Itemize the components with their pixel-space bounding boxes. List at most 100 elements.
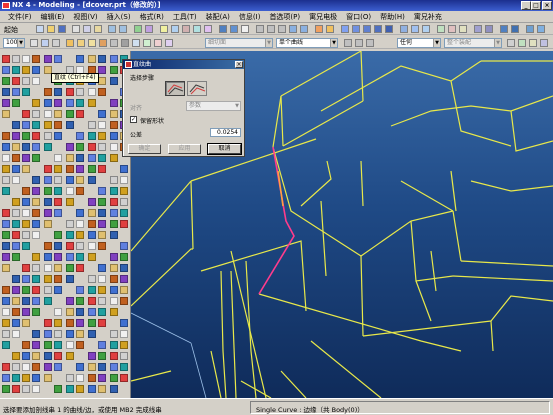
tool-icon[interactable] bbox=[2, 132, 10, 140]
tool-icon[interactable] bbox=[22, 77, 30, 85]
tool-icon[interactable] bbox=[88, 330, 96, 338]
tool-icon[interactable] bbox=[110, 198, 118, 206]
tool-icon[interactable] bbox=[44, 341, 52, 349]
tool-icon[interactable] bbox=[12, 165, 20, 173]
refresh-icon[interactable] bbox=[134, 25, 142, 33]
tool-icon[interactable] bbox=[66, 242, 74, 250]
tool-icon[interactable] bbox=[12, 330, 20, 338]
tool-icon[interactable] bbox=[88, 308, 96, 316]
maximize-button[interactable]: □ bbox=[531, 1, 541, 10]
tool-icon[interactable] bbox=[66, 374, 74, 382]
tool-icon[interactable] bbox=[22, 374, 30, 382]
selection-lock-icon[interactable] bbox=[529, 39, 537, 47]
tool-icon[interactable] bbox=[76, 154, 84, 162]
tool-icon[interactable] bbox=[120, 220, 128, 228]
tool-icon[interactable] bbox=[66, 165, 74, 173]
tool-icon[interactable] bbox=[76, 286, 84, 294]
tool-icon[interactable] bbox=[32, 385, 40, 393]
open-file-icon[interactable] bbox=[47, 25, 55, 33]
tool-icon[interactable] bbox=[88, 297, 96, 305]
scope-combo[interactable]: 任何 ▼ bbox=[397, 38, 441, 48]
tool-icon[interactable] bbox=[22, 231, 30, 239]
tool-icon[interactable] bbox=[32, 187, 40, 195]
tool-icon[interactable] bbox=[32, 77, 40, 85]
tool-icon[interactable] bbox=[54, 341, 62, 349]
view-iso-icon[interactable] bbox=[289, 25, 297, 33]
tool-icon[interactable] bbox=[32, 286, 40, 294]
tool-icon[interactable] bbox=[22, 198, 30, 206]
snap-intersect-icon[interactable] bbox=[99, 39, 107, 47]
redo-icon[interactable] bbox=[119, 25, 127, 33]
tool-icon[interactable] bbox=[66, 220, 74, 228]
tool-icon[interactable] bbox=[120, 297, 128, 305]
tool-icon[interactable] bbox=[66, 121, 74, 129]
ok-button[interactable]: 确定 bbox=[128, 144, 161, 154]
tool-icon[interactable] bbox=[110, 187, 118, 195]
block-icon[interactable] bbox=[374, 25, 382, 33]
mirror-icon[interactable] bbox=[526, 25, 534, 33]
close-button[interactable]: × bbox=[542, 1, 552, 10]
tool-icon[interactable] bbox=[22, 143, 30, 151]
tool-icon[interactable] bbox=[110, 297, 118, 305]
tool-icon[interactable] bbox=[12, 286, 20, 294]
dialog-title-bar[interactable]: 直纹曲 × bbox=[123, 60, 244, 69]
tool-icon[interactable] bbox=[120, 165, 128, 173]
tool-icon[interactable] bbox=[88, 374, 96, 382]
extrude-icon[interactable] bbox=[352, 25, 360, 33]
tool-icon[interactable] bbox=[12, 220, 20, 228]
tool-icon[interactable] bbox=[32, 363, 40, 371]
apply-button[interactable]: 应用 bbox=[168, 144, 201, 154]
tool-icon[interactable] bbox=[98, 132, 106, 140]
menu-help[interactable]: 帮助(H) bbox=[380, 12, 405, 22]
tool-icon[interactable] bbox=[98, 363, 106, 371]
tool-icon[interactable] bbox=[66, 385, 74, 393]
tool-icon[interactable] bbox=[22, 220, 30, 228]
tool-icon[interactable] bbox=[54, 121, 62, 129]
tool-icon[interactable] bbox=[98, 143, 106, 151]
tool-icon[interactable] bbox=[98, 198, 106, 206]
tool-icon[interactable] bbox=[76, 220, 84, 228]
tool-icon[interactable] bbox=[22, 110, 30, 118]
tool-icon[interactable] bbox=[22, 242, 30, 250]
snap-endpoint-icon[interactable] bbox=[66, 39, 74, 47]
tool-icon[interactable] bbox=[98, 209, 106, 217]
tool-icon[interactable] bbox=[32, 209, 40, 217]
tool-icon[interactable] bbox=[32, 121, 40, 129]
menu-view[interactable]: 视图(V) bbox=[73, 12, 97, 22]
tool-icon[interactable] bbox=[12, 132, 20, 140]
tool-icon[interactable] bbox=[54, 187, 62, 195]
tool-icon[interactable] bbox=[98, 66, 106, 74]
tool-icon[interactable] bbox=[98, 385, 106, 393]
tool-icon[interactable] bbox=[88, 121, 96, 129]
tool-icon[interactable] bbox=[120, 187, 128, 195]
tool-icon[interactable] bbox=[54, 275, 62, 283]
tool-icon[interactable] bbox=[110, 220, 118, 228]
tool-icon[interactable] bbox=[12, 231, 20, 239]
more-selection-icon[interactable] bbox=[540, 39, 548, 47]
tool-icon[interactable] bbox=[76, 110, 84, 118]
tool-icon[interactable] bbox=[2, 110, 10, 118]
tool-icon[interactable] bbox=[98, 341, 106, 349]
tool-icon[interactable] bbox=[22, 66, 30, 74]
tool-icon[interactable] bbox=[120, 352, 128, 360]
layer-scope-combo[interactable]: 整个装配 ▼ bbox=[444, 38, 502, 48]
view-front-icon[interactable] bbox=[267, 25, 275, 33]
tool-icon[interactable] bbox=[120, 319, 128, 327]
chamfer-icon[interactable] bbox=[411, 25, 419, 33]
tool-icon[interactable] bbox=[54, 198, 62, 206]
tool-icon[interactable] bbox=[2, 88, 10, 96]
tool-icon[interactable] bbox=[66, 352, 74, 360]
tool-icon[interactable] bbox=[88, 198, 96, 206]
tool-icon[interactable] bbox=[120, 330, 128, 338]
tool-icon[interactable] bbox=[76, 363, 84, 371]
new-file-icon[interactable] bbox=[36, 25, 44, 33]
unite-icon[interactable] bbox=[437, 25, 445, 33]
tool-icon[interactable] bbox=[32, 110, 40, 118]
tool-icon[interactable] bbox=[22, 187, 30, 195]
tool-icon[interactable] bbox=[2, 385, 10, 393]
tool-icon[interactable] bbox=[32, 341, 40, 349]
tool-icon[interactable] bbox=[44, 132, 52, 140]
tool-icon[interactable] bbox=[22, 264, 30, 272]
tool-icon[interactable] bbox=[110, 286, 118, 294]
tool-icon[interactable] bbox=[98, 121, 106, 129]
